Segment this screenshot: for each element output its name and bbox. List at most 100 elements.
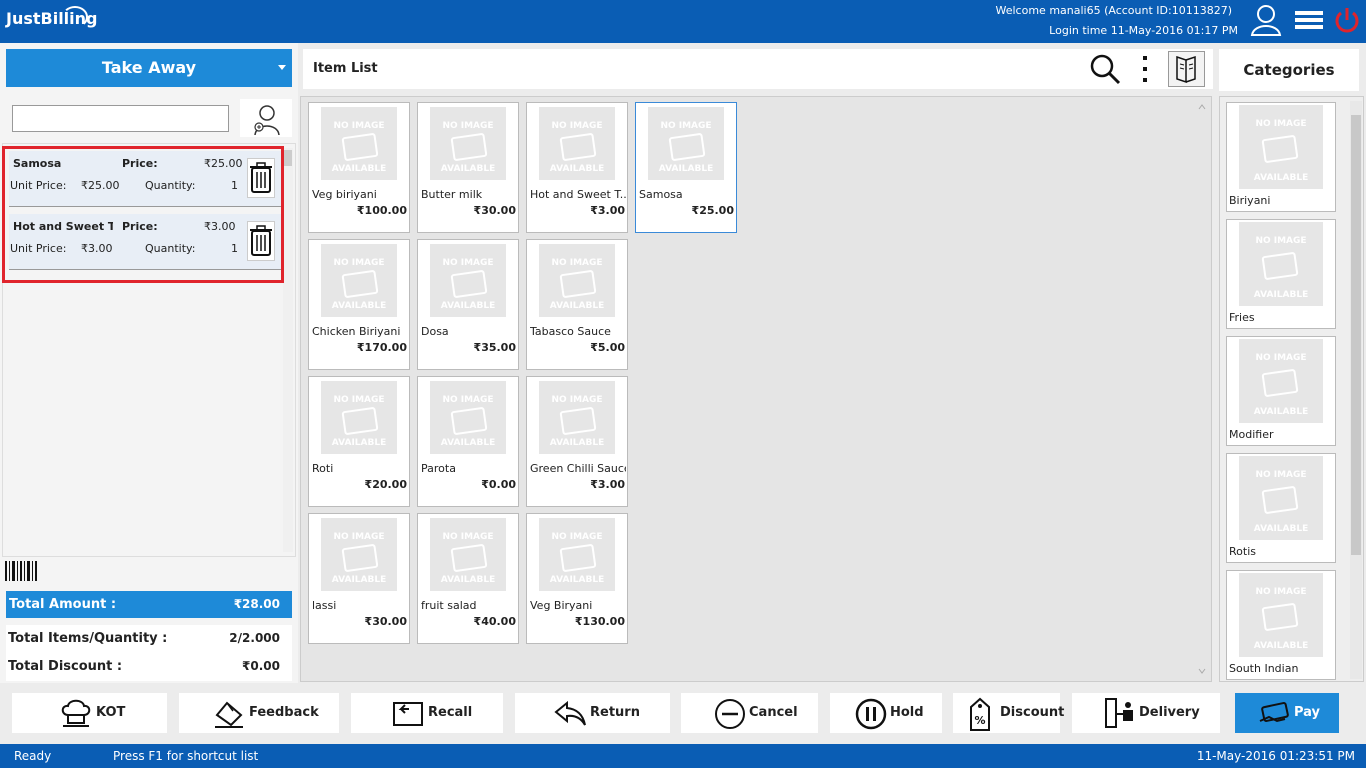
menu-book-icon[interactable] — [1168, 51, 1205, 87]
category-name: Rotis — [1229, 545, 1256, 558]
total-discount-value: ₹0.00 — [242, 659, 280, 673]
hold-label: Hold — [890, 705, 924, 720]
photo-icon — [450, 269, 488, 299]
item-name: Veg Biryani — [530, 599, 593, 612]
category-tile[interactable]: NO IMAGE AVAILABLE Rotis — [1226, 453, 1336, 563]
no-image-placeholder: NO IMAGE AVAILABLE — [430, 518, 506, 591]
no-image-placeholder: NO IMAGE AVAILABLE — [539, 107, 615, 180]
item-tile[interactable]: NO IMAGE AVAILABLE Tabasco Sauce ₹5.00 — [526, 239, 628, 370]
item-name: fruit salad — [421, 599, 477, 612]
item-tile[interactable]: NO IMAGE AVAILABLE Parota ₹0.00 — [417, 376, 519, 507]
feedback-label: Feedback — [249, 705, 319, 720]
cancel-button[interactable]: Cancel — [681, 693, 818, 733]
category-list: NO IMAGE AVAILABLE Biriyani NO IMAGE AVAILAB… — [1219, 96, 1364, 682]
delivery-label: Delivery — [1139, 705, 1200, 720]
order-type-label: Take Away — [101, 58, 197, 77]
feedback-icon — [215, 701, 243, 728]
discount-button[interactable]: % Discount — [953, 693, 1064, 733]
return-label: Return — [590, 705, 640, 720]
total-amount-label: Total Amount : — [9, 597, 117, 612]
item-name: Samosa — [639, 188, 683, 201]
recall-label: Recall — [428, 705, 473, 720]
category-tile[interactable]: NO IMAGE AVAILABLE Biriyani — [1226, 102, 1336, 212]
hamburger-icon[interactable] — [1292, 3, 1326, 37]
total-items-label: Total Items/Quantity : — [8, 631, 168, 646]
no-image-placeholder: NO IMAGE AVAILABLE — [1239, 456, 1323, 540]
category-name: Biriyani — [1229, 194, 1271, 207]
photo-icon — [450, 132, 488, 162]
item-grid-scrollbar[interactable] — [1197, 101, 1207, 677]
photo-icon — [1261, 485, 1299, 515]
category-scrollbar[interactable] — [1350, 101, 1362, 679]
item-name: Butter milk — [421, 188, 483, 201]
no-image-placeholder: NO IMAGE AVAILABLE — [321, 518, 397, 591]
item-tile[interactable]: NO IMAGE AVAILABLE Veg biriyani ₹100.00 — [308, 102, 410, 233]
hold-button[interactable]: Hold — [830, 693, 942, 733]
item-price: ₹40.00 — [473, 615, 516, 628]
item-tile[interactable]: NO IMAGE AVAILABLE Roti ₹20.00 — [308, 376, 410, 507]
item-tile[interactable]: NO IMAGE AVAILABLE Hot and Sweet T... ₹3.00 — [526, 102, 628, 233]
item-tile[interactable]: NO IMAGE AVAILABLE fruit salad ₹40.00 — [417, 513, 519, 644]
item-name: Chicken Biriyani — [312, 325, 401, 338]
no-image-placeholder: NO IMAGE AVAILABLE — [1239, 339, 1323, 423]
order-panel: Take Away Samosa Price: ₹25.00 Unit Pric… — [0, 43, 298, 683]
category-tile[interactable]: NO IMAGE AVAILABLE South Indian — [1226, 570, 1336, 680]
status-datetime: 11-May-2016 01:23:51 PM — [1196, 749, 1355, 763]
no-image-placeholder: NO IMAGE AVAILABLE — [539, 518, 615, 591]
chef-hat-icon — [61, 699, 91, 727]
search-icon[interactable] — [1089, 53, 1121, 85]
top-bar: JustBilling Welcome manali65 (Account ID… — [0, 0, 1366, 43]
power-icon[interactable] — [1330, 3, 1364, 37]
feedback-button[interactable]: Feedback — [179, 693, 339, 733]
photo-icon — [559, 406, 597, 436]
no-image-placeholder: NO IMAGE AVAILABLE — [648, 107, 724, 180]
category-name: South Indian — [1229, 662, 1299, 675]
photo-icon — [450, 406, 488, 436]
no-image-placeholder: NO IMAGE AVAILABLE — [1239, 222, 1323, 306]
photo-icon — [1261, 602, 1299, 632]
cart-scrollbar[interactable] — [283, 148, 293, 552]
delivery-button[interactable]: Delivery — [1072, 693, 1220, 733]
total-discount-row: Total Discount : ₹0.00 — [6, 653, 292, 681]
category-tile[interactable]: NO IMAGE AVAILABLE Fries — [1226, 219, 1336, 329]
item-tile[interactable]: NO IMAGE AVAILABLE Chicken Biriyani ₹170.00 — [308, 239, 410, 370]
customer-input[interactable] — [12, 105, 229, 132]
category-name: Fries — [1229, 311, 1255, 324]
item-tile[interactable]: NO IMAGE AVAILABLE lassi ₹30.00 — [308, 513, 410, 644]
pause-icon — [855, 698, 887, 730]
add-customer-button[interactable] — [240, 99, 292, 137]
order-type-dropdown[interactable]: Take Away — [6, 49, 292, 87]
more-icon[interactable] — [1141, 54, 1149, 84]
kot-button[interactable]: KOT — [12, 693, 167, 733]
barcode-icon[interactable] — [4, 560, 40, 582]
user-icon[interactable] — [1249, 3, 1283, 37]
item-price: ₹30.00 — [473, 204, 516, 217]
photo-icon — [450, 543, 488, 573]
item-name: Roti — [312, 462, 334, 475]
pay-label: Pay — [1294, 705, 1321, 720]
recall-button[interactable]: Recall — [351, 693, 503, 733]
return-button[interactable]: Return — [515, 693, 670, 733]
item-name: Dosa — [421, 325, 449, 338]
item-tile[interactable]: NO IMAGE AVAILABLE Dosa ₹35.00 — [417, 239, 519, 370]
item-tile[interactable]: NO IMAGE AVAILABLE Veg Biryani ₹130.00 — [526, 513, 628, 644]
photo-icon — [341, 132, 379, 162]
no-image-placeholder: NO IMAGE AVAILABLE — [1239, 573, 1323, 657]
category-tile[interactable]: NO IMAGE AVAILABLE Modifier — [1226, 336, 1336, 446]
photo-icon — [1261, 368, 1299, 398]
item-name: Hot and Sweet T... — [530, 188, 626, 201]
logo-swoosh-icon — [62, 6, 88, 28]
no-image-placeholder: NO IMAGE AVAILABLE — [321, 381, 397, 454]
item-price: ₹0.00 — [481, 478, 516, 491]
item-tile[interactable]: NO IMAGE AVAILABLE Samosa ₹25.00 — [635, 102, 737, 233]
no-image-placeholder: NO IMAGE AVAILABLE — [430, 381, 506, 454]
photo-icon — [341, 269, 379, 299]
no-image-placeholder: NO IMAGE AVAILABLE — [430, 244, 506, 317]
item-tile[interactable]: NO IMAGE AVAILABLE Green Chilli Sauce ₹3.00 — [526, 376, 628, 507]
pay-button[interactable]: Pay — [1235, 693, 1339, 733]
photo-icon — [668, 132, 706, 162]
item-tile[interactable]: NO IMAGE AVAILABLE Butter milk ₹30.00 — [417, 102, 519, 233]
svg-text:%: % — [974, 714, 985, 727]
item-price: ₹20.00 — [364, 478, 407, 491]
kot-label: KOT — [96, 705, 126, 720]
